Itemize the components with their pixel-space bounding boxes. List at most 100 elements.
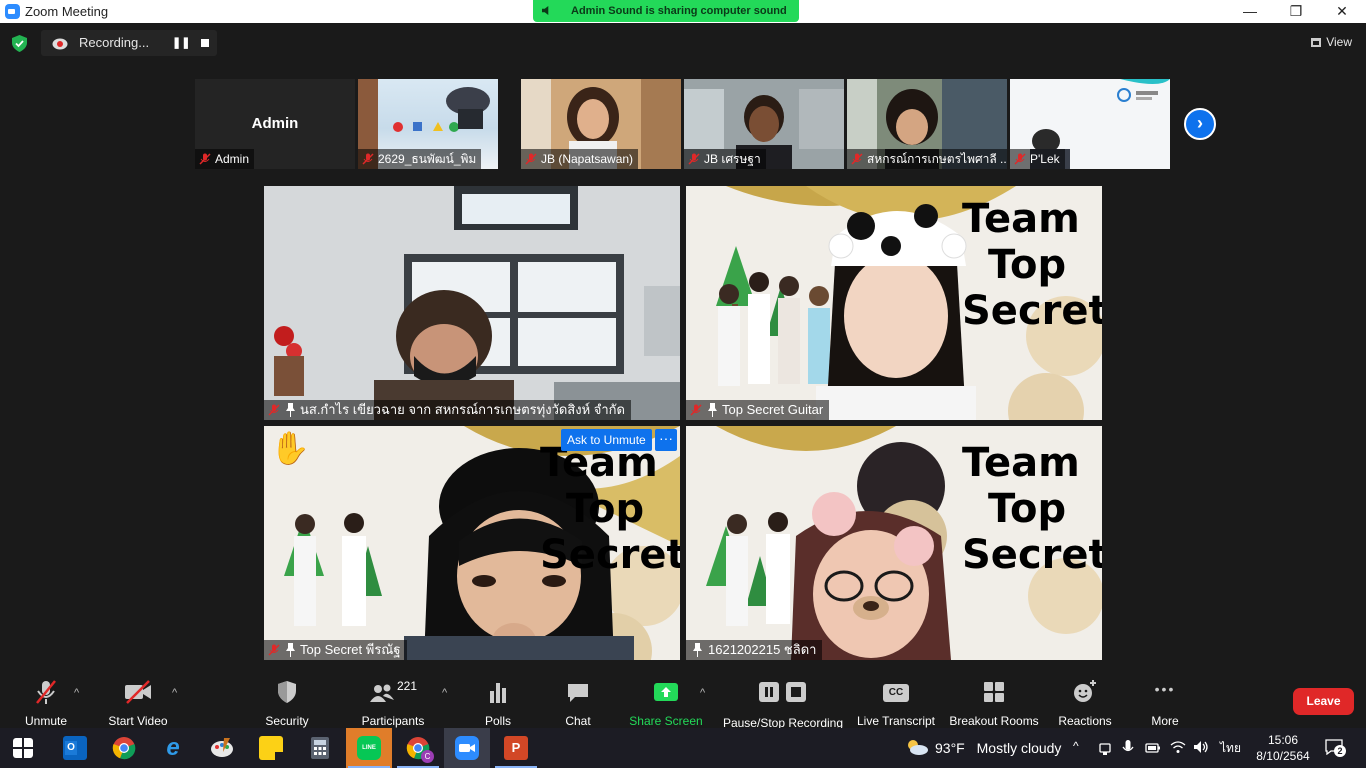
- network-adapter-icon[interactable]: [1098, 741, 1112, 755]
- team-top-secret-banner: Team Top Secret: [962, 440, 1102, 578]
- shield-icon: [278, 681, 296, 703]
- input-language[interactable]: ไทย: [1220, 739, 1241, 758]
- next-page-button[interactable]: ›: [1184, 108, 1216, 140]
- weather-description: Mostly cloudy: [976, 740, 1062, 756]
- polls-icon: [490, 683, 506, 703]
- microphone-tray-icon[interactable]: [1122, 740, 1134, 756]
- gallery-tile-kamrai[interactable]: นส.กำไร เขียวฉาย จาก สหกรณ์การเกษตรทุ่งว…: [264, 186, 680, 420]
- live-transcript-button[interactable]: CC Live Transcript: [856, 679, 936, 728]
- internet-explorer-icon[interactable]: e: [161, 736, 185, 760]
- clock-time: 15:06: [1267, 733, 1299, 747]
- ask-to-unmute-button[interactable]: Ask to Unmute: [561, 429, 652, 451]
- breakout-rooms-icon: [984, 682, 1004, 702]
- reactions-button[interactable]: Reactions: [1056, 679, 1114, 728]
- pause-stop-icon: [759, 682, 806, 702]
- leave-button[interactable]: Leave: [1293, 688, 1354, 715]
- mic-off-icon: [36, 680, 56, 704]
- encryption-shield-icon[interactable]: [12, 35, 27, 52]
- strip-tile-2629[interactable]: 2629_ธนพัฒน์_พิม: [358, 79, 498, 169]
- start-video-button[interactable]: Start Video: [106, 679, 170, 728]
- participant-name-label: Admin: [195, 149, 255, 169]
- video-options-caret[interactable]: ^: [172, 687, 177, 699]
- view-label: View: [1326, 35, 1352, 49]
- zoom-app-icon[interactable]: [455, 736, 479, 760]
- participants-button[interactable]: 221 Participants: [360, 679, 426, 728]
- gallery-tile-top-secret-guitar[interactable]: Team Top Secret Top Secret Guitar: [686, 186, 1102, 420]
- unmute-button[interactable]: Unmute: [20, 679, 72, 728]
- participant-name-label: Top Secret พีรณัฐ: [264, 640, 407, 660]
- outlook-icon[interactable]: O: [63, 736, 87, 760]
- share-options-caret[interactable]: ^: [700, 687, 705, 699]
- wifi-icon[interactable]: [1170, 740, 1186, 754]
- sharing-sound-text: Admin Sound is sharing computer sound: [571, 5, 787, 17]
- gallery-tile-chalida[interactable]: Team Top Secret 1621202215 ชลิดา: [686, 426, 1102, 660]
- sticky-notes-icon[interactable]: [259, 736, 283, 760]
- show-hidden-icons-caret[interactable]: ^: [1073, 739, 1079, 753]
- security-button[interactable]: Security: [262, 679, 312, 728]
- zoom-logo-icon: [5, 4, 20, 19]
- window-title: Zoom Meeting: [25, 4, 109, 19]
- powerpoint-icon[interactable]: P: [495, 736, 537, 768]
- participants-caret[interactable]: ^: [442, 687, 447, 699]
- close-button[interactable]: ✕: [1319, 0, 1365, 23]
- calculator-icon[interactable]: [308, 736, 332, 760]
- participant-name-label: Top Secret Guitar: [686, 400, 830, 420]
- pin-icon: [708, 403, 717, 417]
- team-top-secret-banner: Team Top Secret: [540, 440, 680, 578]
- strip-tile-plek[interactable]: P'Lek: [1010, 79, 1170, 169]
- participants-count: 221: [396, 679, 418, 693]
- sharing-sound-banner[interactable]: Admin Sound is sharing computer sound: [533, 0, 799, 22]
- chat-button[interactable]: Chat: [560, 679, 596, 728]
- office-video: [264, 186, 680, 420]
- strip-tile-jb-settha[interactable]: JB เศรษฐา: [684, 79, 844, 169]
- windows-taskbar: O e LINE C P 93°F Mostly cloudy ^ ไทย 15…: [0, 728, 1366, 768]
- polls-button[interactable]: Polls: [480, 679, 516, 728]
- battery-icon[interactable]: [1145, 741, 1161, 755]
- participant-name-label: 2629_ธนพัฒน์_พิม: [358, 149, 482, 169]
- strip-tile-paisali[interactable]: สหกรณ์การเกษตรไพศาลี ...: [847, 79, 1007, 169]
- notification-center-icon[interactable]: 2: [1325, 739, 1346, 757]
- view-button[interactable]: View: [1311, 35, 1352, 49]
- chrome-icon[interactable]: [112, 736, 136, 760]
- clock-date: 8/10/2564: [1256, 749, 1310, 763]
- pause-recording-button[interactable]: ❚❚: [172, 36, 190, 50]
- weather-temp: 93°F: [935, 740, 965, 756]
- grid-view-icon: [1311, 38, 1322, 47]
- video-off-icon: [125, 680, 151, 704]
- strip-tile-admin[interactable]: Admin Admin: [195, 79, 355, 169]
- volume-icon[interactable]: [1193, 740, 1209, 754]
- reactions-icon: [1074, 680, 1096, 702]
- share-screen-icon: [654, 683, 678, 701]
- notification-count: 2: [1334, 745, 1346, 757]
- strip-tile-jb-napatsawan[interactable]: JB (Napatsawan): [521, 79, 681, 169]
- breakout-rooms-button[interactable]: Breakout Rooms: [948, 679, 1040, 728]
- windows-start-icon[interactable]: [13, 738, 33, 758]
- pause-stop-recording-button[interactable]: Pause/Stop Recording: [722, 679, 844, 730]
- participant-name-label: นส.กำไร เขียวฉาย จาก สหกรณ์การเกษตรทุ่งว…: [264, 400, 631, 420]
- recording-label: Recording...: [79, 35, 150, 50]
- mic-muted-icon: [688, 153, 700, 165]
- clock[interactable]: 15:06 8/10/2564: [1253, 732, 1313, 764]
- participant-name-label: JB (Napatsawan): [521, 149, 639, 169]
- chat-icon: [568, 684, 588, 702]
- participant-more-button[interactable]: ···: [655, 429, 677, 451]
- participant-name-display: Admin: [251, 115, 299, 132]
- stop-recording-button[interactable]: [201, 39, 209, 47]
- maximize-button[interactable]: ❐: [1273, 0, 1319, 23]
- profile-badge: C: [421, 750, 434, 763]
- mic-muted-icon: [690, 404, 702, 416]
- paint-icon[interactable]: [210, 736, 234, 760]
- audio-options-caret[interactable]: ^: [74, 687, 79, 699]
- chrome-profile-icon[interactable]: C: [397, 736, 439, 768]
- partly-cloudy-icon: [908, 740, 928, 755]
- weather-widget[interactable]: 93°F Mostly cloudy: [905, 738, 1061, 756]
- gallery-tile-top-secret-peeranat[interactable]: Team Top Secret ✋ Ask to Unmute ··· Top …: [264, 426, 680, 660]
- share-screen-button[interactable]: Share Screen: [628, 679, 704, 728]
- mic-muted-icon: [268, 404, 280, 416]
- line-app-icon[interactable]: LINE: [348, 736, 390, 768]
- more-button[interactable]: ••• More: [1142, 679, 1188, 728]
- meeting-toolbar: Unmute ^ Start Video ^ Security 221 Part…: [0, 673, 1366, 730]
- mic-muted-icon: [851, 153, 863, 165]
- pin-icon: [286, 403, 295, 417]
- minimize-button[interactable]: —: [1227, 0, 1273, 23]
